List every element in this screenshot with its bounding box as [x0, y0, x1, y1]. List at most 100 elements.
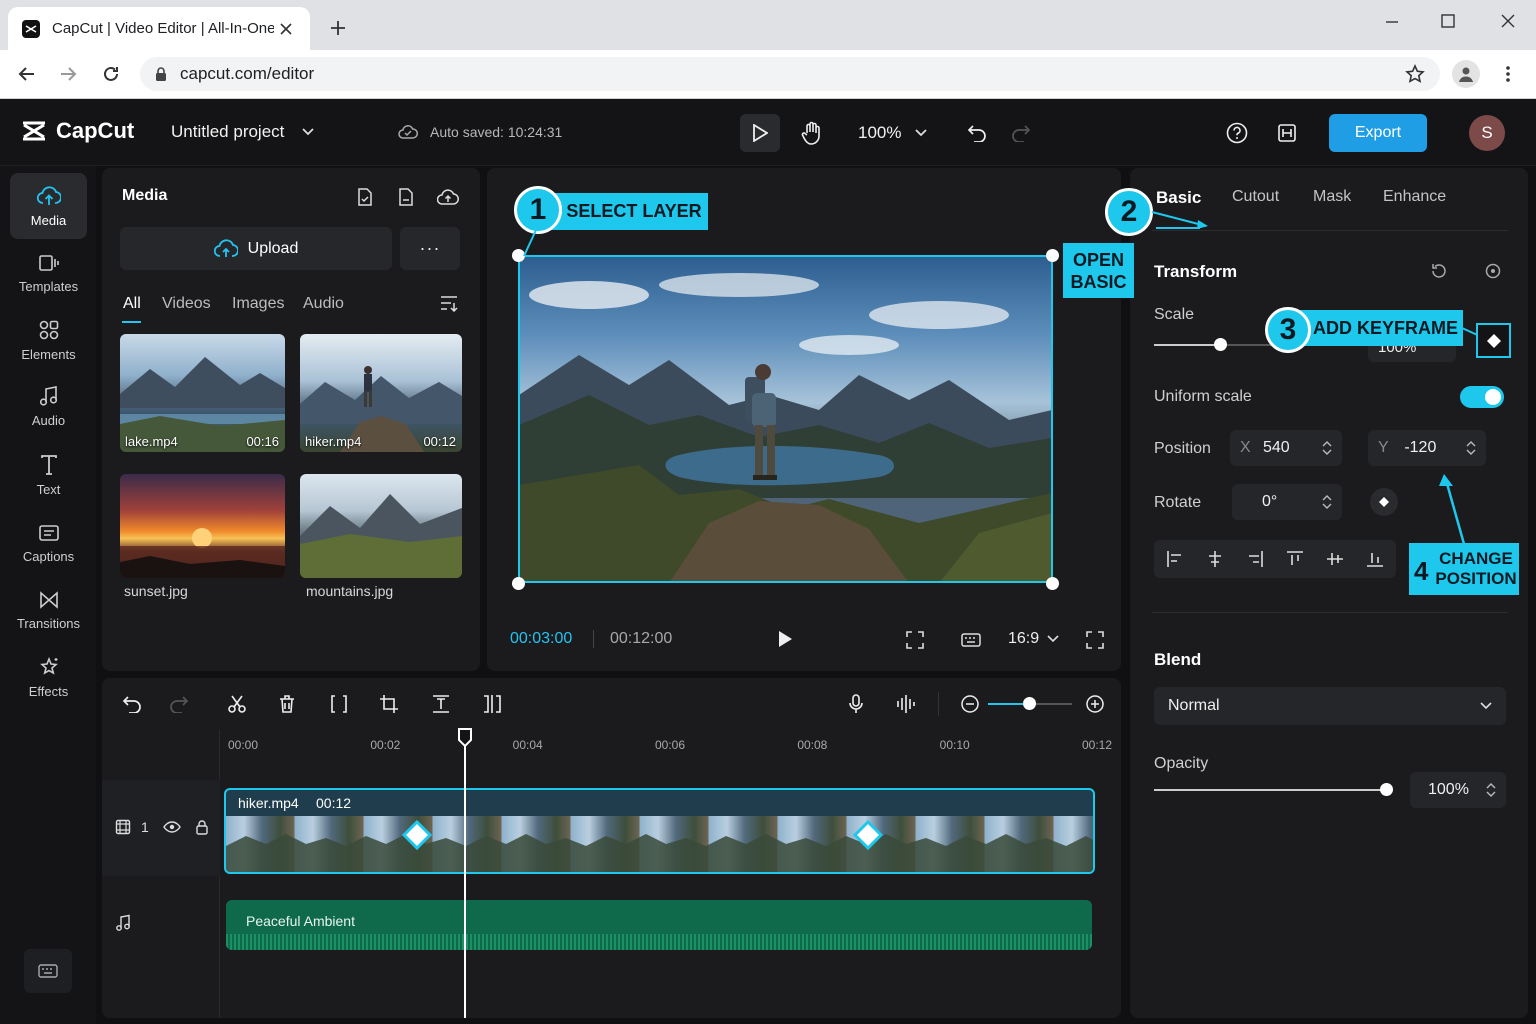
delete-icon[interactable] [275, 692, 299, 716]
browser-menu-icon[interactable] [1498, 63, 1518, 85]
play-icon[interactable] [773, 627, 797, 651]
align-left-icon[interactable] [1164, 548, 1186, 570]
aspect-ratio-dropdown[interactable]: 16:9 [1008, 630, 1059, 648]
minimize-icon[interactable] [1380, 12, 1404, 32]
rotate-keyframe-icon[interactable] [1370, 488, 1398, 516]
rail-item-transitions[interactable]: Transitions [10, 577, 87, 643]
zoom-out-icon[interactable] [958, 692, 982, 716]
import-file-icon[interactable] [354, 186, 376, 208]
tab-enhance[interactable]: Enhance [1383, 188, 1446, 206]
media-item-sunset[interactable] [120, 474, 285, 578]
align-bottom-icon[interactable] [1364, 548, 1386, 570]
document-icon[interactable] [395, 186, 417, 208]
reload-icon[interactable] [100, 63, 122, 85]
eye-icon[interactable] [162, 818, 182, 836]
filter-audio[interactable]: Audio [303, 295, 344, 313]
back-icon[interactable] [16, 63, 38, 85]
filter-sort-icon[interactable] [438, 292, 460, 314]
close-tab-icon[interactable] [280, 22, 292, 35]
trim-icon[interactable] [480, 692, 504, 716]
zoom-slider-knob[interactable] [1023, 697, 1036, 710]
rail-item-effects[interactable]: Effects [10, 644, 87, 710]
audio-clip[interactable]: Peaceful Ambient [226, 900, 1092, 950]
address-bar[interactable]: capcut.com/editor [140, 57, 1440, 91]
stepper-icon[interactable] [1322, 440, 1332, 456]
resize-handle-bl[interactable] [512, 577, 525, 590]
position-y-field[interactable]: Y -120 [1368, 430, 1486, 466]
fit-screen-icon[interactable] [903, 628, 927, 652]
lock-icon[interactable] [193, 818, 211, 836]
text-split-icon[interactable] [429, 692, 453, 716]
tab-basic[interactable]: Basic [1156, 188, 1201, 208]
resize-handle-br[interactable] [1046, 577, 1059, 590]
tab-mask[interactable]: Mask [1313, 188, 1351, 206]
rail-item-audio[interactable]: Audio [10, 373, 87, 439]
keyboard-icon[interactable] [959, 628, 983, 652]
media-item-lake[interactable]: lake.mp4 00:16 [120, 334, 285, 452]
help-icon[interactable] [1224, 120, 1250, 146]
timeline-zoom-slider[interactable] [988, 697, 1072, 710]
undo-icon[interactable] [120, 692, 144, 716]
media-item-mountains[interactable] [300, 474, 462, 578]
media-item-hiker[interactable]: hiker.mp4 00:12 [300, 334, 462, 452]
rail-item-templates[interactable]: Templates [10, 240, 87, 306]
zoom-in-icon[interactable] [1083, 692, 1107, 716]
video-clip[interactable]: hiker.mp4 00:12 [224, 788, 1095, 874]
close-window-icon[interactable] [1496, 10, 1520, 32]
tab-cutout[interactable]: Cutout [1232, 188, 1279, 206]
forward-icon[interactable] [57, 63, 79, 85]
rail-item-elements[interactable]: Elements [10, 307, 87, 373]
microphone-icon[interactable] [844, 692, 868, 716]
redo-icon[interactable] [1008, 120, 1034, 146]
keyboard-shortcuts-icon[interactable] [24, 949, 72, 993]
keyframe-settings-icon[interactable] [1482, 260, 1504, 282]
stepper-icon[interactable] [1486, 782, 1496, 798]
filter-images[interactable]: Images [232, 295, 284, 313]
align-right-icon[interactable] [1244, 548, 1266, 570]
maximize-icon[interactable] [1436, 10, 1460, 32]
add-keyframe-button[interactable] [1476, 323, 1511, 358]
upload-button[interactable]: Upload [120, 227, 392, 270]
cloud-icon[interactable] [436, 186, 460, 208]
opacity-slider[interactable] [1154, 783, 1393, 796]
browser-tab[interactable]: CapCut | Video Editor | All-In-One [8, 7, 310, 50]
align-center-v-icon[interactable] [1324, 548, 1346, 570]
bookmark-star-icon[interactable] [1404, 63, 1426, 85]
export-button[interactable]: Export [1329, 114, 1427, 152]
hand-tool-icon[interactable] [798, 118, 826, 148]
media-more-button[interactable]: ··· [400, 227, 460, 270]
uniform-scale-toggle[interactable] [1460, 386, 1504, 408]
timeline-ruler[interactable]: 00:00 00:02 00:04 00:06 00:08 00:10 00:12 [222, 730, 1115, 770]
opacity-knob[interactable] [1380, 783, 1393, 796]
rail-item-captions[interactable]: Captions [10, 510, 87, 576]
avatar[interactable]: S [1469, 115, 1505, 151]
rotate-field[interactable]: 0° [1232, 484, 1342, 520]
scale-knob[interactable] [1214, 338, 1227, 351]
zoom-dropdown[interactable]: 100% [858, 123, 928, 143]
filter-all[interactable]: All [123, 295, 141, 313]
layer-selection-frame[interactable] [518, 255, 1053, 583]
position-x-field[interactable]: X 540 [1230, 430, 1342, 466]
stepper-icon[interactable] [1466, 440, 1476, 456]
redo-icon[interactable] [167, 692, 191, 716]
freeze-frame-icon[interactable] [327, 692, 351, 716]
play-tool-button[interactable] [740, 114, 780, 152]
undo-icon[interactable] [964, 120, 990, 146]
fullscreen-icon[interactable] [1083, 628, 1107, 652]
crop-icon[interactable] [377, 692, 401, 716]
audio-split-icon[interactable] [894, 692, 918, 716]
stepper-icon[interactable] [1322, 494, 1332, 510]
reset-icon[interactable] [1428, 260, 1450, 282]
split-icon[interactable] [225, 692, 249, 716]
filter-videos[interactable]: Videos [162, 295, 211, 313]
new-tab-icon[interactable] [328, 18, 348, 38]
align-top-icon[interactable] [1284, 548, 1306, 570]
resize-handle-tr[interactable] [1046, 249, 1059, 262]
layout-icon[interactable] [1274, 120, 1300, 146]
rail-item-text[interactable]: Text [10, 442, 87, 508]
project-name-dropdown[interactable]: Untitled project [171, 122, 315, 142]
opacity-input[interactable]: 100% [1410, 772, 1506, 808]
rail-item-media[interactable]: Media [10, 173, 87, 239]
playhead-handle-icon[interactable] [456, 728, 474, 748]
profile-icon[interactable] [1452, 60, 1480, 88]
